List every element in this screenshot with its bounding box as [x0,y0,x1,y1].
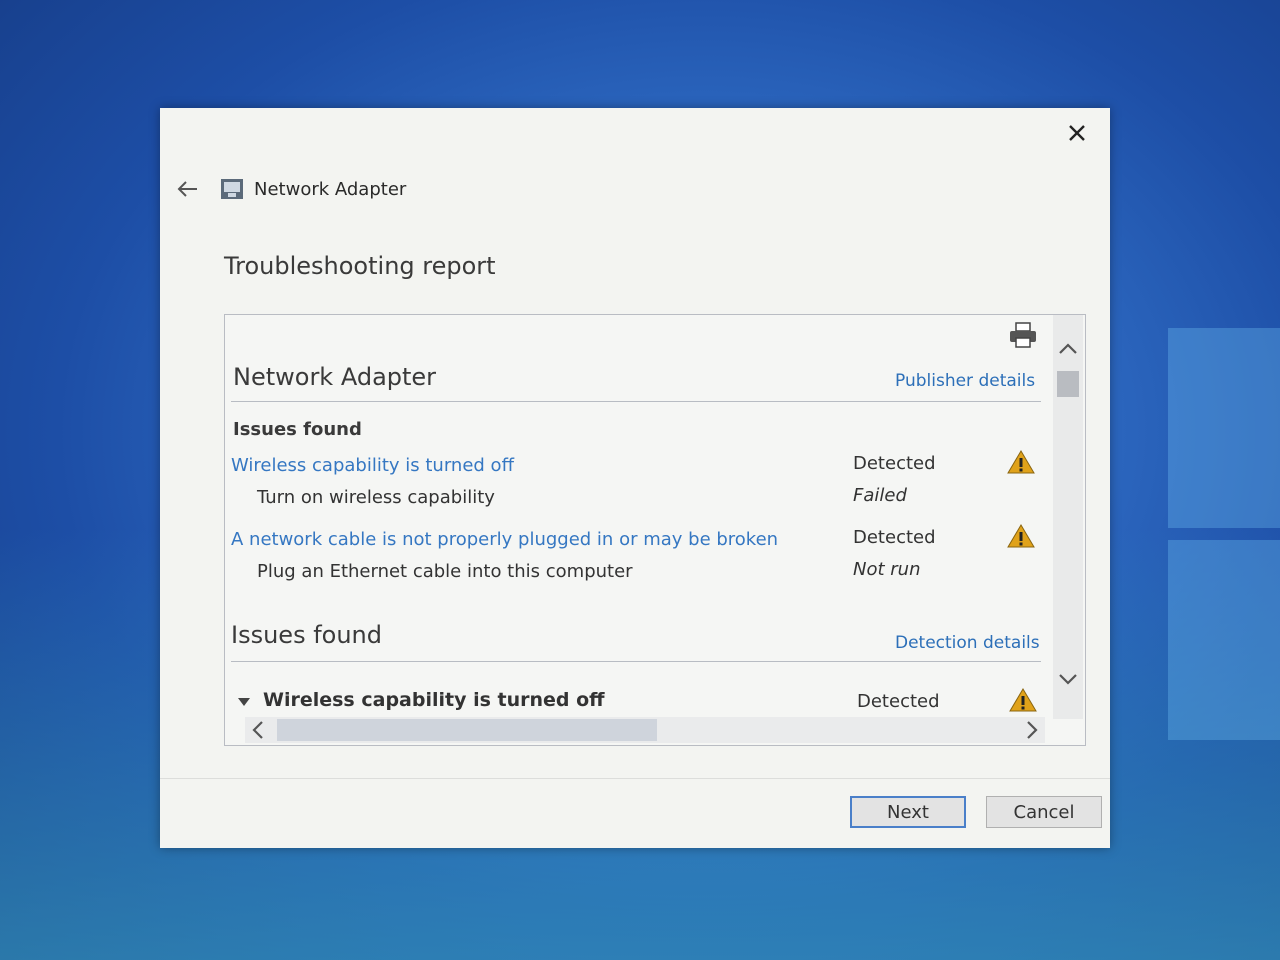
chevron-left-icon [252,721,263,739]
detail-row-status: Detected [857,691,940,712]
detection-details-link[interactable]: Detection details [895,633,1040,653]
report-section-title: Network Adapter [233,363,437,391]
divider [231,661,1041,662]
warning-icon [1007,450,1035,474]
fix-text: Plug an Ethernet cable into this compute… [257,561,633,582]
footer-divider [160,778,1110,779]
issue-status: Detected [853,527,936,548]
scroll-right-button[interactable] [1019,717,1045,743]
windows-logo-pane [1168,328,1280,528]
detail-row-label[interactable]: Wireless capability is turned off [263,689,605,711]
close-icon [1069,125,1085,141]
report-panel: Network Adapter Publisher details Issues… [224,314,1086,746]
vertical-scrollbar[interactable] [1053,315,1083,719]
issue-link[interactable]: Wireless capability is turned off [231,455,514,476]
back-button[interactable] [174,176,200,202]
cancel-button[interactable]: Cancel [986,796,1102,828]
windows-logo-pane [1168,540,1280,740]
warning-icon [1009,688,1037,712]
fix-text: Turn on wireless capability [257,487,495,508]
issue-link[interactable]: A network cable is not properly plugged … [231,529,778,550]
horizontal-scrollbar[interactable] [245,717,1045,743]
back-arrow-icon [177,181,197,197]
next-button[interactable]: Next [850,796,966,828]
expand-triangle-icon[interactable] [237,697,251,707]
scroll-up-button[interactable] [1053,335,1083,363]
dialog-title: Network Adapter [254,178,407,200]
vertical-scroll-thumb[interactable] [1057,371,1079,397]
publisher-details-link[interactable]: Publisher details [895,371,1035,391]
chevron-right-icon [1027,721,1038,739]
title-row: Network Adapter [174,174,406,204]
issues-found-subhead: Issues found [233,419,362,440]
troubleshooter-dialog: Network Adapter Troubleshooting report N… [160,108,1110,848]
scroll-left-button[interactable] [245,717,271,743]
details-section-title: Issues found [231,621,382,649]
network-adapter-icon [221,179,243,199]
issue-status: Detected [853,453,936,474]
chevron-down-icon [1059,674,1077,685]
warning-icon [1007,524,1035,548]
fix-status: Not run [853,559,921,580]
printer-icon[interactable] [1007,321,1039,349]
page-heading: Troubleshooting report [224,252,496,280]
horizontal-scroll-thumb[interactable] [277,719,657,741]
divider [231,401,1041,402]
scroll-down-button[interactable] [1053,665,1083,693]
chevron-up-icon [1059,343,1077,354]
fix-status: Failed [853,485,907,506]
close-button[interactable] [1062,118,1092,148]
